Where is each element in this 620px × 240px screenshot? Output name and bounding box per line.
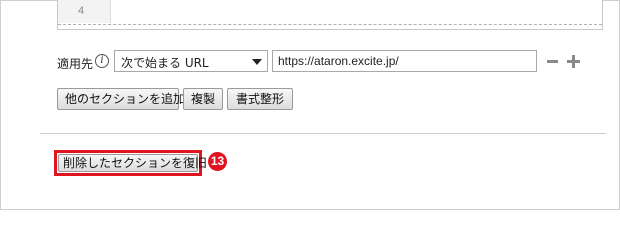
match-type-value: 次で始まる URL	[121, 56, 209, 70]
plus-icon[interactable]	[567, 55, 580, 68]
match-type-select[interactable]: 次で始まる URL	[114, 50, 268, 72]
minus-icon[interactable]	[547, 60, 558, 63]
editor-bottom-edge	[58, 24, 602, 25]
restore-deleted-sections-button[interactable]: 削除したセクションを復旧	[58, 154, 207, 172]
line-gutter: 4	[58, 0, 111, 23]
divider	[40, 133, 606, 134]
step-number-badge: 13	[208, 152, 227, 171]
format-button[interactable]: 書式整形	[227, 88, 293, 110]
apply-to-label: 適用先	[57, 57, 94, 71]
highlight-box: 削除したセクションを復旧	[54, 150, 207, 176]
url-input[interactable]	[272, 50, 537, 72]
info-icon[interactable]: i	[95, 54, 109, 68]
line-number: 4	[78, 5, 85, 17]
duplicate-button[interactable]: 複製	[183, 88, 223, 110]
add-section-button[interactable]: 他のセクションを追加	[57, 88, 185, 110]
code-editor[interactable]: 4	[57, 0, 603, 30]
chevron-down-icon	[252, 59, 262, 65]
